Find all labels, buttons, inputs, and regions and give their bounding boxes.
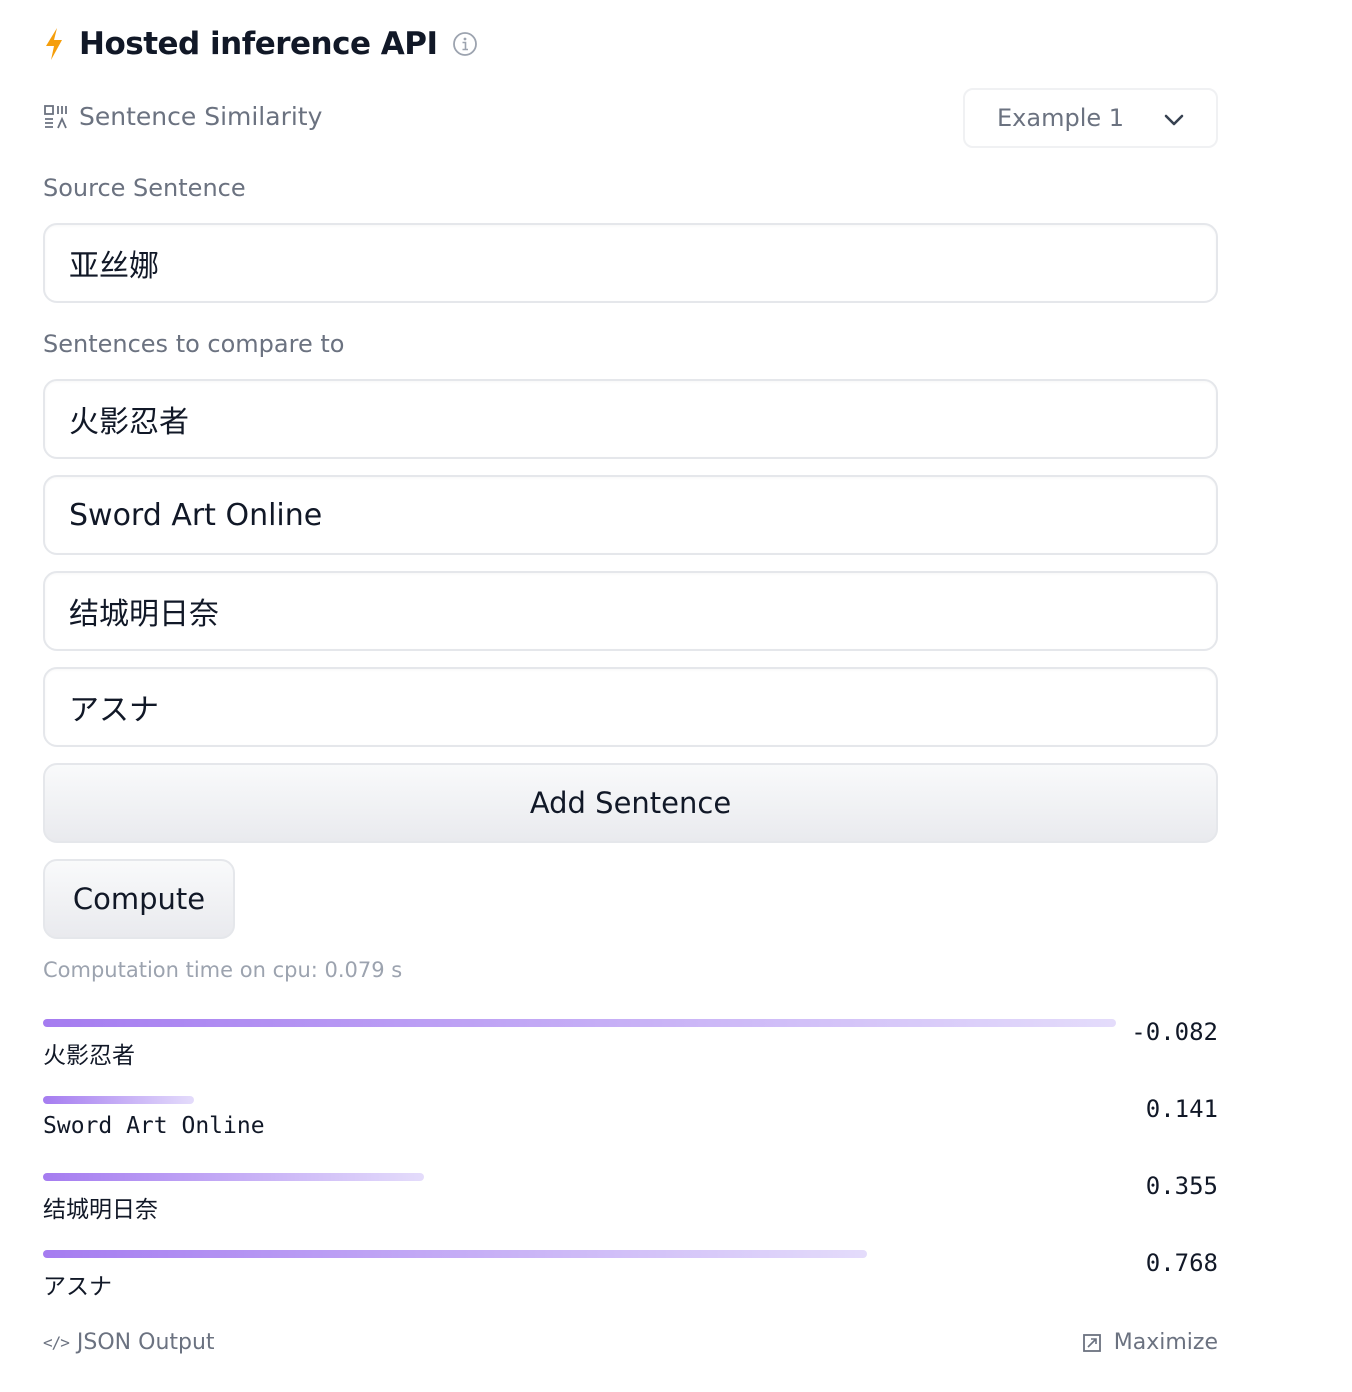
result-row: 火影忍者 -0.082 — [43, 1016, 1218, 1093]
widget-footer: </> JSON Output Maximize — [43, 1330, 1218, 1364]
result-label: アスナ — [43, 1274, 112, 1300]
json-output-label: JSON Output — [76, 1330, 215, 1355]
widget-title: Hosted inference API — [79, 26, 438, 62]
result-label: 结城明日奈 — [43, 1197, 158, 1223]
sentence-similarity-icon — [44, 104, 67, 128]
compare-sentence-input[interactable]: 结城明日奈 — [43, 571, 1218, 651]
result-label: Sword Art Online — [43, 1113, 265, 1139]
result-score: 0.768 — [1145, 1249, 1218, 1277]
result-row: アスナ 0.768 — [43, 1247, 1218, 1324]
compare-sentence-input[interactable]: 火影忍者 — [43, 379, 1218, 459]
computation-time: Computation time on cpu: 0.079 s — [43, 958, 403, 982]
example-select[interactable]: Example 1 — [963, 88, 1218, 148]
result-row: 结城明日奈 0.355 — [43, 1170, 1218, 1247]
result-label: 火影忍者 — [43, 1043, 135, 1069]
add-sentence-button[interactable]: Add Sentence — [43, 763, 1218, 843]
lightning-icon — [46, 28, 62, 60]
compare-sentence-input[interactable]: アスナ — [43, 667, 1218, 747]
example-select-value: Example 1 — [997, 104, 1125, 132]
task-label: Sentence Similarity — [79, 102, 323, 131]
result-score: 0.355 — [1145, 1172, 1218, 1200]
result-score: -0.082 — [1131, 1018, 1218, 1046]
info-icon[interactable] — [452, 31, 478, 57]
maximize-label: Maximize — [1113, 1330, 1218, 1355]
result-row: Sword Art Online 0.141 — [43, 1093, 1218, 1170]
score-bar — [43, 1019, 1116, 1027]
task-row: Sentence Similarity Example 1 — [43, 88, 1218, 148]
task-type: Sentence Similarity — [43, 102, 322, 131]
source-sentence-input[interactable]: 亚丝娜 — [43, 223, 1218, 303]
score-bar — [43, 1250, 868, 1258]
maximize-button[interactable]: Maximize — [1082, 1330, 1218, 1355]
compute-button[interactable]: Compute — [43, 859, 235, 939]
score-bar — [43, 1096, 195, 1104]
widget-header: Hosted inference API — [43, 22, 478, 66]
json-output-link[interactable]: </> JSON Output — [43, 1330, 215, 1355]
maximize-icon — [1082, 1333, 1101, 1352]
compare-sentence-input[interactable]: Sword Art Online — [43, 475, 1218, 555]
results-list: 火影忍者 -0.082 Sword Art Online 0.141 结城明日奈… — [43, 1016, 1218, 1324]
source-sentence-label: Source Sentence — [43, 174, 246, 202]
compare-sentences-label: Sentences to compare to — [43, 330, 345, 358]
code-icon: </> — [43, 1333, 70, 1352]
result-score: 0.141 — [1145, 1095, 1218, 1123]
chevron-down-icon — [1164, 114, 1184, 126]
score-bar — [43, 1173, 424, 1181]
